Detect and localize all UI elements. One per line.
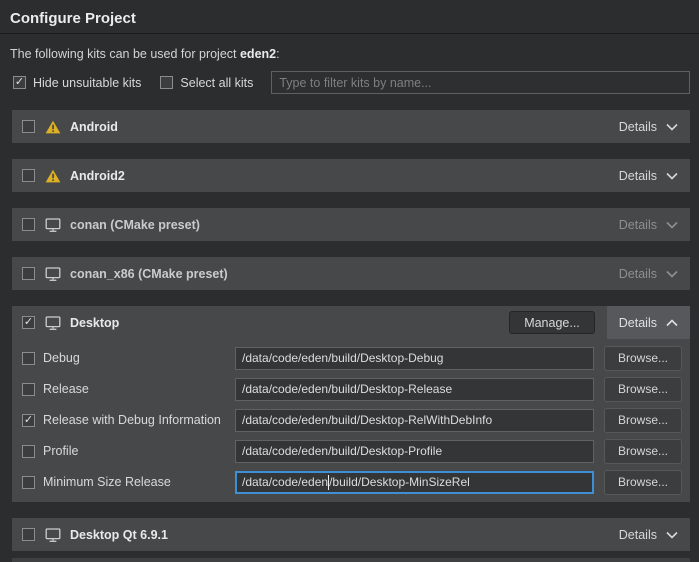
checkbox-checked-icon[interactable]: ✓ [13,76,26,89]
details-label: Details [619,218,657,232]
title-separator [0,33,699,34]
kit-row-android[interactable]: Android Details [12,110,690,143]
config-checkbox-checked[interactable]: ✓ [22,414,35,427]
checkbox-unchecked-icon[interactable] [160,76,173,89]
config-row-release: Release Browse... [22,377,682,401]
details-label: Details [619,528,657,542]
details-button[interactable]: Details [619,120,678,134]
config-label: Release with Debug Information [43,413,235,427]
config-label: Minimum Size Release [43,475,235,489]
chevron-up-icon [666,319,678,327]
build-dir-input-profile[interactable] [235,440,594,463]
path-text-before-caret: /data/code/eden [242,475,328,489]
config-checkbox[interactable] [22,352,35,365]
details-label: Details [619,120,657,134]
build-dir-input-minsizerel-focused[interactable]: /data/code/eden/build/Desktop-MinSizeRel [235,471,594,494]
select-all-kits-label: Select all kits [180,76,253,90]
hide-unsuitable-kits-checkbox[interactable]: ✓ Hide unsuitable kits [13,76,141,90]
chevron-down-icon [666,221,678,229]
kit-checkbox-checked[interactable]: ✓ [22,316,35,329]
details-button[interactable]: Details [619,169,678,183]
desktop-icon [45,528,61,542]
config-checkbox[interactable] [22,476,35,489]
next-row-sliver [12,558,690,562]
kit-checkbox[interactable] [22,528,35,541]
details-label: Details [619,169,657,183]
config-label: Release [43,382,235,396]
details-label: Details [619,316,657,330]
config-label: Profile [43,444,235,458]
check-icon: ✓ [24,317,33,328]
intro-text-before: The following kits can be used for proje… [10,47,240,61]
kit-row-conan-x86[interactable]: conan_x86 (CMake preset) Details [12,257,690,290]
kit-row-desktop-header[interactable]: ✓ Desktop Manage... Details [12,306,690,339]
config-label: Debug [43,351,235,365]
browse-button[interactable]: Browse... [604,377,682,402]
kit-name: conan (CMake preset) [70,218,200,232]
check-icon: ✓ [24,415,33,426]
chevron-down-icon [666,123,678,131]
warning-icon [45,120,61,134]
desktop-icon [45,267,61,281]
details-label: Details [619,267,657,281]
kit-name: Android2 [70,169,125,183]
config-checkbox[interactable] [22,445,35,458]
build-dir-input-relwithdebinfo[interactable] [235,409,594,432]
kit-panel-desktop: ✓ Desktop Manage... Details Debug Browse… [12,306,690,502]
check-icon: ✓ [15,77,24,88]
page-title: Configure Project [0,0,699,33]
kit-name: Desktop Qt 6.9.1 [70,528,168,542]
details-button[interactable]: Details [619,218,678,232]
hide-unsuitable-kits-label: Hide unsuitable kits [33,76,141,90]
kit-name: conan_x86 (CMake preset) [70,267,228,281]
details-button-expanded[interactable]: Details [607,306,690,339]
intro-text-after: : [276,47,279,61]
kit-row-conan[interactable]: conan (CMake preset) Details [12,208,690,241]
kit-checkbox[interactable] [22,218,35,231]
desktop-icon [45,316,61,330]
kit-name: Android [70,120,118,134]
config-row-minsizerel: Minimum Size Release /data/code/eden/bui… [22,470,682,494]
intro-text: The following kits can be used for proje… [10,47,689,61]
kit-filter-input[interactable] [271,71,690,94]
project-name: eden2 [240,47,276,61]
kit-checkbox[interactable] [22,169,35,182]
manage-button[interactable]: Manage... [509,311,595,334]
browse-button[interactable]: Browse... [604,346,682,371]
build-dir-input-debug[interactable] [235,347,594,370]
select-all-kits-checkbox[interactable]: Select all kits [160,76,253,90]
details-button[interactable]: Details [619,267,678,281]
kit-name: Desktop [70,316,119,330]
desktop-icon [45,218,61,232]
warning-icon [45,169,61,183]
browse-button[interactable]: Browse... [604,408,682,433]
path-text-after-caret: /build/Desktop-MinSizeRel [329,475,470,489]
chevron-down-icon [666,270,678,278]
details-button[interactable]: Details [619,528,678,542]
browse-button[interactable]: Browse... [604,439,682,464]
browse-button[interactable]: Browse... [604,470,682,495]
kit-checkbox[interactable] [22,120,35,133]
build-dir-input-release[interactable] [235,378,594,401]
kit-row-android2[interactable]: Android2 Details [12,159,690,192]
config-checkbox[interactable] [22,383,35,396]
kit-checkbox[interactable] [22,267,35,280]
filter-row: ✓ Hide unsuitable kits Select all kits [13,71,690,94]
config-row-relwithdebinfo: ✓ Release with Debug Information Browse.… [22,408,682,432]
chevron-down-icon [666,531,678,539]
chevron-down-icon [666,172,678,180]
kit-row-desktop-qt[interactable]: Desktop Qt 6.9.1 Details [12,518,690,551]
config-row-profile: Profile Browse... [22,439,682,463]
config-row-debug: Debug Browse... [22,346,682,370]
